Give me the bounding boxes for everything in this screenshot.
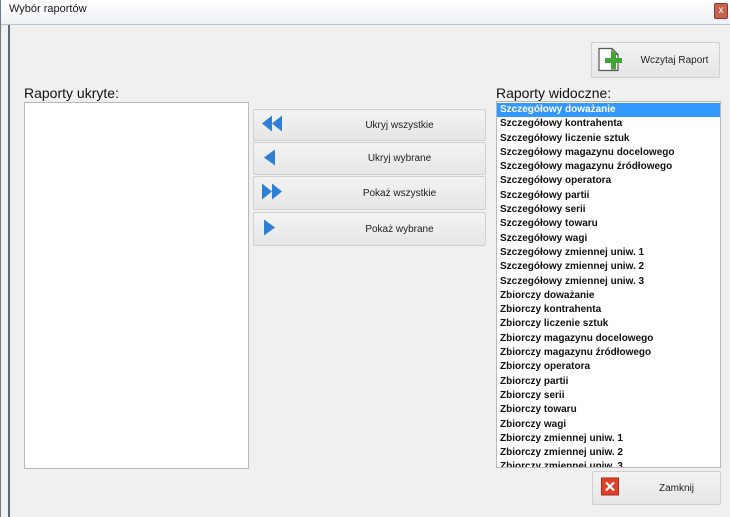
double-arrow-left-icon bbox=[260, 115, 284, 136]
report-list-item[interactable]: Szczegółowy kontrahenta bbox=[497, 117, 720, 131]
arrow-left-icon bbox=[260, 148, 284, 169]
report-list-item[interactable]: Zbiorczy zmiennej uniw. 2 bbox=[497, 446, 720, 460]
close-x-icon bbox=[601, 477, 619, 499]
report-list-item[interactable]: Zbiorczy towaru bbox=[497, 403, 720, 417]
hide-all-label: Ukryj wszystkie bbox=[365, 119, 434, 131]
window-title: Wybór raportów bbox=[9, 3, 87, 15]
report-list-item[interactable]: Zbiorczy wagi bbox=[497, 418, 720, 432]
report-list-item[interactable]: Szczegółowy doważanie bbox=[497, 103, 720, 118]
dialog-content: Wczytaj Raport Raporty ukryte: Ukryj wsz… bbox=[10, 25, 730, 517]
title-bar: Wybór raportów x bbox=[1, 0, 730, 25]
show-selected-label: Pokaż wybrane bbox=[365, 223, 434, 235]
report-list-item[interactable]: Szczegółowy liczenie sztuk bbox=[497, 132, 720, 146]
visible-reports-items: Szczegółowy doważanie Szczegółowy kontrah… bbox=[497, 103, 720, 467]
report-list-item[interactable]: Szczegółowy magazynu źródłowego bbox=[497, 160, 720, 174]
window-close-button[interactable]: x bbox=[714, 3, 728, 19]
load-report-button[interactable]: Wczytaj Raport bbox=[591, 42, 720, 78]
report-list-item[interactable]: Szczegółowy magazynu docelowego bbox=[497, 146, 720, 160]
report-list-item[interactable]: Zbiorczy kontrahenta bbox=[497, 303, 720, 317]
report-list-item[interactable]: Zbiorczy magazynu źródłowego bbox=[497, 346, 720, 360]
show-selected-button[interactable]: Pokaż wybrane bbox=[253, 212, 486, 246]
report-list-item[interactable]: Zbiorczy operatora bbox=[497, 360, 720, 374]
report-list-item[interactable]: Szczegółowy serii bbox=[497, 203, 720, 217]
report-selection-window: Wybór raportów x Wczytaj Raport Raporty … bbox=[0, 0, 730, 517]
hide-all-button[interactable]: Ukryj wszystkie bbox=[253, 109, 486, 141]
hide-selected-label: Ukryj wybrane bbox=[367, 153, 432, 164]
visible-reports-list[interactable]: Szczegółowy doważanie Szczegółowy kontrah… bbox=[496, 101, 721, 468]
visible-reports-label: Raporty widoczne: bbox=[496, 85, 612, 101]
report-list-item[interactable]: Szczegółowy operatora bbox=[497, 174, 720, 188]
hidden-reports-list[interactable] bbox=[24, 102, 249, 469]
report-list-item[interactable]: Zbiorczy zmiennej uniw. 3 bbox=[497, 460, 720, 467]
report-list-item[interactable]: Zbiorczy doważanie bbox=[497, 289, 720, 303]
report-list-item[interactable]: Szczegółowy zmiennej uniw. 3 bbox=[497, 275, 720, 289]
load-report-label: Wczytaj Raport bbox=[640, 54, 709, 66]
report-list-item[interactable]: Zbiorczy partii bbox=[497, 375, 720, 389]
report-list-item[interactable]: Szczegółowy zmiennej uniw. 1 bbox=[497, 246, 720, 260]
show-all-button[interactable]: Pokaż wszystkie bbox=[253, 176, 486, 210]
double-arrow-right-icon bbox=[260, 183, 284, 204]
report-list-item[interactable]: Zbiorczy magazynu docelowego bbox=[497, 332, 720, 346]
report-list-item[interactable]: Szczegółowy wagi bbox=[497, 232, 720, 246]
report-list-item[interactable]: Zbiorczy zmiennej uniw. 1 bbox=[497, 432, 720, 446]
hidden-reports-label: Raporty ukryte: bbox=[24, 85, 119, 101]
report-list-item[interactable]: Zbiorczy liczenie sztuk bbox=[497, 317, 720, 331]
add-report-icon bbox=[596, 44, 626, 77]
hide-selected-button[interactable]: Ukryj wybrane bbox=[253, 142, 486, 175]
arrow-right-icon bbox=[260, 219, 284, 240]
report-list-item[interactable]: Szczegółowy towaru bbox=[497, 217, 720, 231]
report-list-item[interactable]: Zbiorczy serii bbox=[497, 389, 720, 403]
report-list-item[interactable]: Szczegółowy partii bbox=[497, 189, 720, 203]
close-label: Zamknij bbox=[658, 482, 694, 494]
close-button[interactable]: Zamknij bbox=[592, 471, 721, 505]
report-list-item[interactable]: Szczegółowy zmiennej uniw. 2 bbox=[497, 260, 720, 274]
show-all-label: Pokaż wszystkie bbox=[362, 187, 437, 199]
